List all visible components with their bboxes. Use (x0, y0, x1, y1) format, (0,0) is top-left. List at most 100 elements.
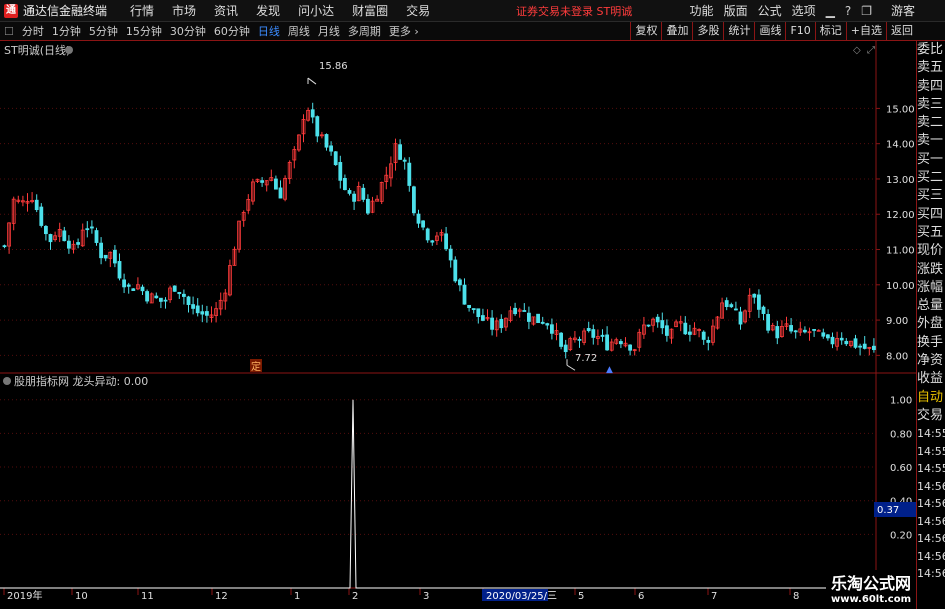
candle-body (398, 144, 403, 160)
candle-body (181, 293, 186, 297)
tool-draw[interactable]: 画线 (754, 22, 785, 40)
auto-trade-2[interactable]: 交易 (917, 407, 945, 425)
candle-body (683, 322, 688, 335)
candle-body (39, 206, 44, 226)
candle-body (90, 226, 94, 229)
candle-body (122, 279, 126, 288)
guest-label[interactable]: 游客 (891, 2, 915, 19)
kline-chart[interactable]: 15.0014.0013.0012.0011.0010.009.008.00 1… (0, 41, 916, 609)
help-icon[interactable]: ? (845, 4, 851, 18)
candle-body (471, 308, 476, 310)
diamond-icon[interactable]: ◇ (853, 45, 861, 56)
watermark-url: www.60lt.com (830, 594, 911, 605)
side-label: 卖五 (917, 60, 944, 76)
auto-trade-1[interactable]: 自动 (917, 389, 945, 407)
side-label: 现价 (917, 243, 944, 259)
candle-body (402, 159, 407, 162)
candle-body (140, 286, 145, 292)
login-warning[interactable]: 证券交易未登录 ST明诚 (516, 3, 632, 19)
menu-item-market[interactable]: 市场 (172, 2, 196, 19)
candle-body (586, 328, 591, 332)
candle-body (826, 334, 830, 339)
period-weekly[interactable]: 周线 (288, 23, 310, 39)
menu-item-discover[interactable]: 发现 (256, 2, 280, 19)
candle-body (872, 345, 876, 351)
candle-body (789, 325, 793, 332)
candle-body (480, 315, 485, 321)
menu-item-ask[interactable]: 问小达 (298, 2, 334, 19)
period-5min[interactable]: 5分钟 (89, 23, 118, 39)
candle-body (844, 340, 849, 345)
candle-body (513, 307, 517, 315)
restore-icon[interactable]: ❐ (861, 4, 872, 18)
period-daily[interactable]: 日线 (258, 23, 280, 39)
menu-item-wealth[interactable]: 财富圈 (352, 2, 388, 19)
candle-body (154, 295, 159, 299)
tool-adjust[interactable]: 复权 (630, 22, 661, 40)
tool-multi-stock[interactable]: 多股 (692, 22, 723, 40)
toggle-icon[interactable]: ☐ (4, 25, 14, 38)
candle-body (158, 297, 163, 302)
tool-add-watch[interactable]: +自选 (845, 22, 886, 40)
indicator-settings-icon[interactable] (3, 377, 11, 385)
candle-body (793, 330, 798, 333)
candle-body (347, 190, 352, 194)
sub-y-tick-label: 0.80 (890, 429, 912, 440)
tool-back[interactable]: 返回 (886, 22, 917, 40)
menu-item-layout[interactable]: 版面 (724, 2, 748, 19)
x-tick-label: 7 (711, 591, 717, 602)
candle-body (67, 240, 71, 249)
candle-body (324, 134, 329, 148)
x-tick-label: 11 (141, 591, 154, 602)
tool-overlay[interactable]: 叠加 (661, 22, 692, 40)
y-tick-label: 15.00 (886, 104, 915, 115)
candle-body (729, 304, 734, 308)
candle-body (411, 186, 416, 214)
menu-item-news[interactable]: 资讯 (214, 2, 238, 19)
candle-body (329, 145, 334, 152)
side-time: 14:55 (917, 444, 945, 458)
period-monthly[interactable]: 月线 (318, 23, 340, 39)
candle-body (766, 314, 770, 331)
candle-body (76, 242, 80, 245)
side-label: 买二 (917, 170, 944, 186)
candle-body (99, 242, 103, 259)
tool-stats[interactable]: 统计 (723, 22, 754, 40)
y-tick-label: 14.00 (886, 140, 915, 151)
candle-body (204, 311, 209, 316)
expand-icon[interactable]: ⤢ (867, 45, 875, 56)
candle-body (476, 308, 481, 317)
period-1min[interactable]: 1分钟 (52, 23, 81, 39)
settings-icon[interactable] (65, 46, 73, 54)
side-time: 14:56 (917, 532, 945, 546)
menu-item-options[interactable]: 选项 (792, 2, 816, 19)
candle-body (660, 320, 665, 329)
app-title: 通达信金融终端 (23, 4, 108, 18)
menu-item-function[interactable]: 功能 (690, 2, 714, 19)
tool-f10[interactable]: F10 (785, 22, 814, 40)
menu-item-formula[interactable]: 公式 (758, 2, 782, 19)
candle-body (724, 300, 729, 307)
period-30min[interactable]: 30分钟 (170, 23, 206, 39)
watermark: 乐淘公式网 www.60lt.com (826, 570, 916, 609)
x-tick-label: 3 (423, 591, 429, 602)
candle-body (522, 310, 527, 312)
tool-mark[interactable]: 标记 (814, 22, 846, 40)
period-60min[interactable]: 60分钟 (214, 23, 250, 39)
sub-y-tick-label: 1.00 (890, 396, 912, 407)
menu-item-trade[interactable]: 交易 (406, 2, 430, 19)
menu-item-quotes[interactable]: 行情 (130, 2, 154, 19)
side-time: 14:56 (917, 497, 945, 511)
minimize-icon[interactable]: ▁ (826, 4, 835, 18)
period-more[interactable]: 更多 › (389, 23, 419, 39)
sub-y-tick-label: 0.20 (890, 530, 912, 541)
x-tick-label: 2020/03/25/三 (486, 591, 557, 602)
period-15min[interactable]: 15分钟 (126, 23, 162, 39)
x-tick-label: 10 (75, 591, 88, 602)
candle-body (775, 326, 780, 339)
period-intraday[interactable]: 分时 (22, 23, 44, 39)
candle-body (195, 305, 200, 314)
candle-body (688, 331, 692, 335)
x-tick-label: 1 (294, 591, 300, 602)
period-multi[interactable]: 多周期 (348, 23, 381, 39)
